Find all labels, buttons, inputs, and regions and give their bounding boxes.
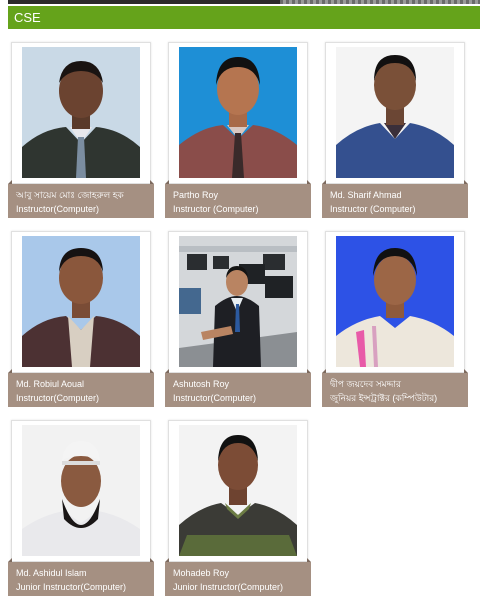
staff-caption: Ashutosh Roy Instructor(Computer)	[165, 369, 311, 407]
staff-designation: Junior Instructor(Computer)	[173, 582, 284, 592]
staff-name[interactable]: Md. Ashidul Islam	[16, 566, 154, 580]
staff-photo[interactable]	[179, 236, 297, 367]
photo-frame	[11, 420, 151, 562]
photo-frame	[168, 420, 308, 562]
staff-photo[interactable]	[179, 47, 297, 178]
photo-frame	[11, 42, 151, 184]
staff-caption: Partho Roy Instructor (Computer)	[165, 180, 311, 218]
section-title: CSE	[8, 6, 480, 29]
staff-card[interactable]: Md. Sharif Ahmad Instructor (Computer)	[322, 42, 468, 219]
staff-caption: Md. Ashidul Islam Junior Instructor(Comp…	[8, 558, 154, 596]
staff-photo[interactable]	[22, 236, 140, 367]
staff-card[interactable]: Ashutosh Roy Instructor(Computer)	[165, 231, 311, 408]
staff-card[interactable]: দ্বীপ জয়দেব সমদ্দার জুনিয়র ইন্সট্রাক্ট…	[322, 231, 468, 408]
staff-name[interactable]: Ashutosh Roy	[173, 377, 311, 391]
staff-designation: Instructor(Computer)	[16, 393, 100, 403]
staff-photo[interactable]	[22, 47, 140, 178]
staff-designation: Instructor(Computer)	[173, 393, 257, 403]
staff-name[interactable]: Partho Roy	[173, 188, 311, 202]
staff-name[interactable]: দ্বীপ জয়দেব সমদ্দার	[330, 377, 468, 391]
staff-designation: Instructor (Computer)	[173, 204, 259, 214]
photo-frame	[168, 231, 308, 373]
staff-card[interactable]: Mohadeb Roy Junior Instructor(Computer)	[165, 420, 311, 597]
staff-caption: আবু সায়েম মোঃ জোহরুল হক Instructor(Comp…	[8, 180, 154, 218]
staff-caption: দ্বীপ জয়দেব সমদ্দার জুনিয়র ইন্সট্রাক্ট…	[322, 369, 468, 407]
photo-frame	[168, 42, 308, 184]
top-border-strip	[8, 0, 480, 4]
photo-frame	[325, 231, 465, 373]
staff-caption: Mohadeb Roy Junior Instructor(Computer)	[165, 558, 311, 596]
staff-photo[interactable]	[336, 47, 454, 178]
staff-card[interactable]: Md. Ashidul Islam Junior Instructor(Comp…	[8, 420, 154, 597]
header-pattern	[280, 0, 480, 4]
staff-photo[interactable]	[179, 425, 297, 556]
staff-designation: জুনিয়র ইন্সট্রাক্টর (কম্পিউটার)	[330, 393, 438, 403]
staff-name[interactable]: Mohadeb Roy	[173, 566, 311, 580]
staff-photo[interactable]	[22, 425, 140, 556]
staff-caption: Md. Robiul Aoual Instructor(Computer)	[8, 369, 154, 407]
photo-frame	[325, 42, 465, 184]
staff-card[interactable]: আবু সায়েম মোঃ জোহরুল হক Instructor(Comp…	[8, 42, 154, 219]
staff-designation: Junior Instructor(Computer)	[16, 582, 127, 592]
staff-photo[interactable]	[336, 236, 454, 367]
staff-name[interactable]: Md. Sharif Ahmad	[330, 188, 468, 202]
staff-name[interactable]: আবু সায়েম মোঃ জোহরুল হক	[16, 188, 154, 202]
staff-designation: Instructor(Computer)	[16, 204, 100, 214]
staff-card[interactable]: Md. Robiul Aoual Instructor(Computer)	[8, 231, 154, 408]
photo-frame	[11, 231, 151, 373]
staff-name[interactable]: Md. Robiul Aoual	[16, 377, 154, 391]
staff-designation: Instructor (Computer)	[330, 204, 416, 214]
staff-caption: Md. Sharif Ahmad Instructor (Computer)	[322, 180, 468, 218]
staff-card[interactable]: Partho Roy Instructor (Computer)	[165, 42, 311, 219]
